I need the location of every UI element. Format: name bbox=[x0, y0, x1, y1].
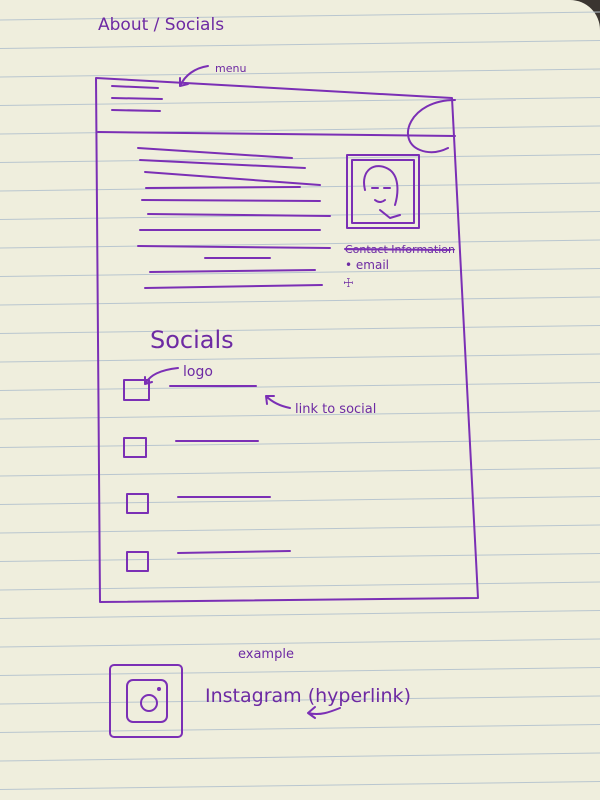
text-line bbox=[147, 213, 331, 217]
link-arrow bbox=[265, 395, 291, 409]
ruled-line bbox=[0, 382, 600, 391]
text-line bbox=[144, 171, 321, 186]
text-line bbox=[137, 147, 293, 159]
profile-picture bbox=[346, 154, 420, 229]
social-item[interactable] bbox=[126, 493, 271, 514]
ruled-line bbox=[0, 496, 600, 505]
instagram-icon bbox=[109, 664, 183, 738]
link-annotation: link to social bbox=[295, 402, 376, 417]
text-line bbox=[144, 284, 323, 289]
ruled-line bbox=[0, 296, 600, 306]
ruled-line bbox=[0, 40, 600, 49]
contact-item-email: • email bbox=[345, 258, 389, 272]
ruled-line bbox=[0, 467, 600, 477]
ruled-line bbox=[0, 610, 600, 619]
text-line bbox=[145, 186, 301, 189]
social-link[interactable] bbox=[177, 550, 291, 554]
ruled-line bbox=[0, 125, 600, 135]
social-item[interactable] bbox=[123, 437, 259, 458]
ruled-line bbox=[0, 353, 600, 363]
ruled-line bbox=[0, 581, 600, 591]
logo-annotation: logo bbox=[183, 364, 213, 380]
ruled-line bbox=[0, 524, 600, 534]
ruled-lines bbox=[0, 11, 600, 790]
menu-annotation: menu bbox=[215, 62, 246, 75]
text-line bbox=[149, 269, 316, 273]
ruled-line bbox=[0, 667, 600, 676]
social-item[interactable] bbox=[123, 379, 257, 401]
contact-item-extra: ☩ bbox=[343, 276, 354, 290]
socials-heading: Socials bbox=[150, 326, 234, 354]
social-logo-icon bbox=[123, 437, 147, 458]
ruled-line bbox=[0, 439, 600, 448]
ruled-line bbox=[0, 553, 600, 562]
header-divider bbox=[97, 131, 456, 137]
sketch: About / Socials menu Contact Information… bbox=[0, 11, 600, 790]
strike-line bbox=[344, 248, 451, 251]
ruled-line bbox=[0, 325, 600, 334]
menu-icon bbox=[111, 85, 163, 112]
ruled-line bbox=[0, 781, 600, 790]
hyperlink-arrow bbox=[307, 706, 341, 719]
ruled-line bbox=[0, 97, 600, 106]
ruled-line bbox=[0, 724, 600, 733]
text-line bbox=[141, 199, 321, 202]
social-item[interactable] bbox=[126, 550, 291, 572]
social-logo-icon bbox=[126, 551, 149, 572]
ruled-line bbox=[0, 752, 600, 762]
social-logo-icon bbox=[126, 493, 149, 514]
ruled-line bbox=[0, 11, 600, 21]
page-title: About / Socials bbox=[98, 15, 224, 35]
instagram-link[interactable]: Instagram (hyperlink) bbox=[205, 685, 411, 707]
about-text-lines bbox=[137, 147, 331, 289]
ruled-line bbox=[0, 68, 600, 78]
avatar-circle bbox=[407, 99, 456, 154]
example-annotation: example bbox=[238, 647, 294, 662]
text-line bbox=[139, 159, 306, 169]
ruled-line bbox=[0, 154, 600, 163]
ruled-line bbox=[0, 638, 600, 648]
text-line bbox=[137, 245, 331, 249]
